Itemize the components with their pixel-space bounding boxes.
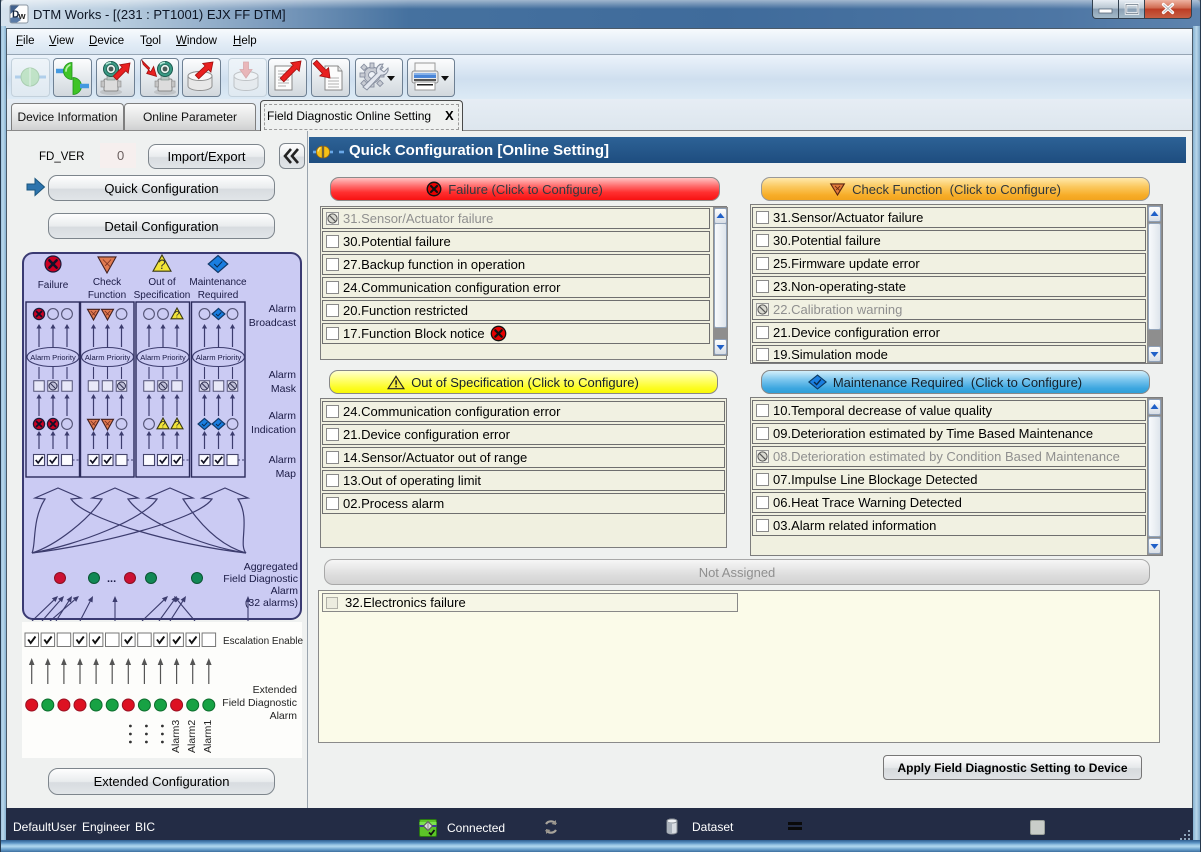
svg-text:Field Diagnostic: Field Diagnostic [222,697,297,709]
svg-text:Alarm: Alarm [269,303,297,315]
svg-text:Extended: Extended [253,684,298,696]
svg-text:Alarm Priority: Alarm Priority [196,353,242,362]
svg-text:Failure: Failure [38,280,69,291]
svg-text:Alarm: Alarm [271,585,299,597]
svg-text:Indication: Indication [251,424,296,436]
svg-text:(32 alarms): (32 alarms) [245,597,298,609]
svg-text:Function: Function [88,290,126,301]
svg-text:Alarm Priority: Alarm Priority [85,353,131,362]
svg-text:Specification: Specification [134,290,191,301]
svg-text:Maintenance: Maintenance [189,277,247,288]
svg-text:Alarm: Alarm [270,710,298,722]
svg-text:Required: Required [198,290,239,301]
svg-text:Field Diagnostic: Field Diagnostic [223,573,298,585]
svg-text:?: ? [158,257,166,272]
svg-text:?: ? [174,419,179,429]
svg-text:Alarm: Alarm [269,369,297,381]
svg-text:Alarm: Alarm [269,454,297,466]
svg-text:w: w [18,11,27,21]
svg-text:Map: Map [276,468,297,480]
svg-text:?: ? [174,309,179,319]
svg-text:Alarm2: Alarm2 [186,720,198,753]
svg-text:Check: Check [93,277,122,288]
svg-text:Out of: Out of [148,277,175,288]
svg-text:Alarm3: Alarm3 [170,720,182,753]
svg-text:Alarm1: Alarm1 [202,720,214,753]
svg-text:Alarm: Alarm [269,410,297,422]
svg-text:Mask: Mask [271,383,297,395]
svg-text:Alarm Priority: Alarm Priority [30,353,76,362]
svg-text:Escalation Enable: Escalation Enable [223,636,303,647]
svg-text:Aggregated: Aggregated [244,561,298,573]
svg-text:...: ... [107,573,116,585]
svg-text:Broadcast: Broadcast [249,317,296,329]
svg-text:Alarm Priority: Alarm Priority [140,353,186,362]
svg-text:?: ? [160,419,165,429]
